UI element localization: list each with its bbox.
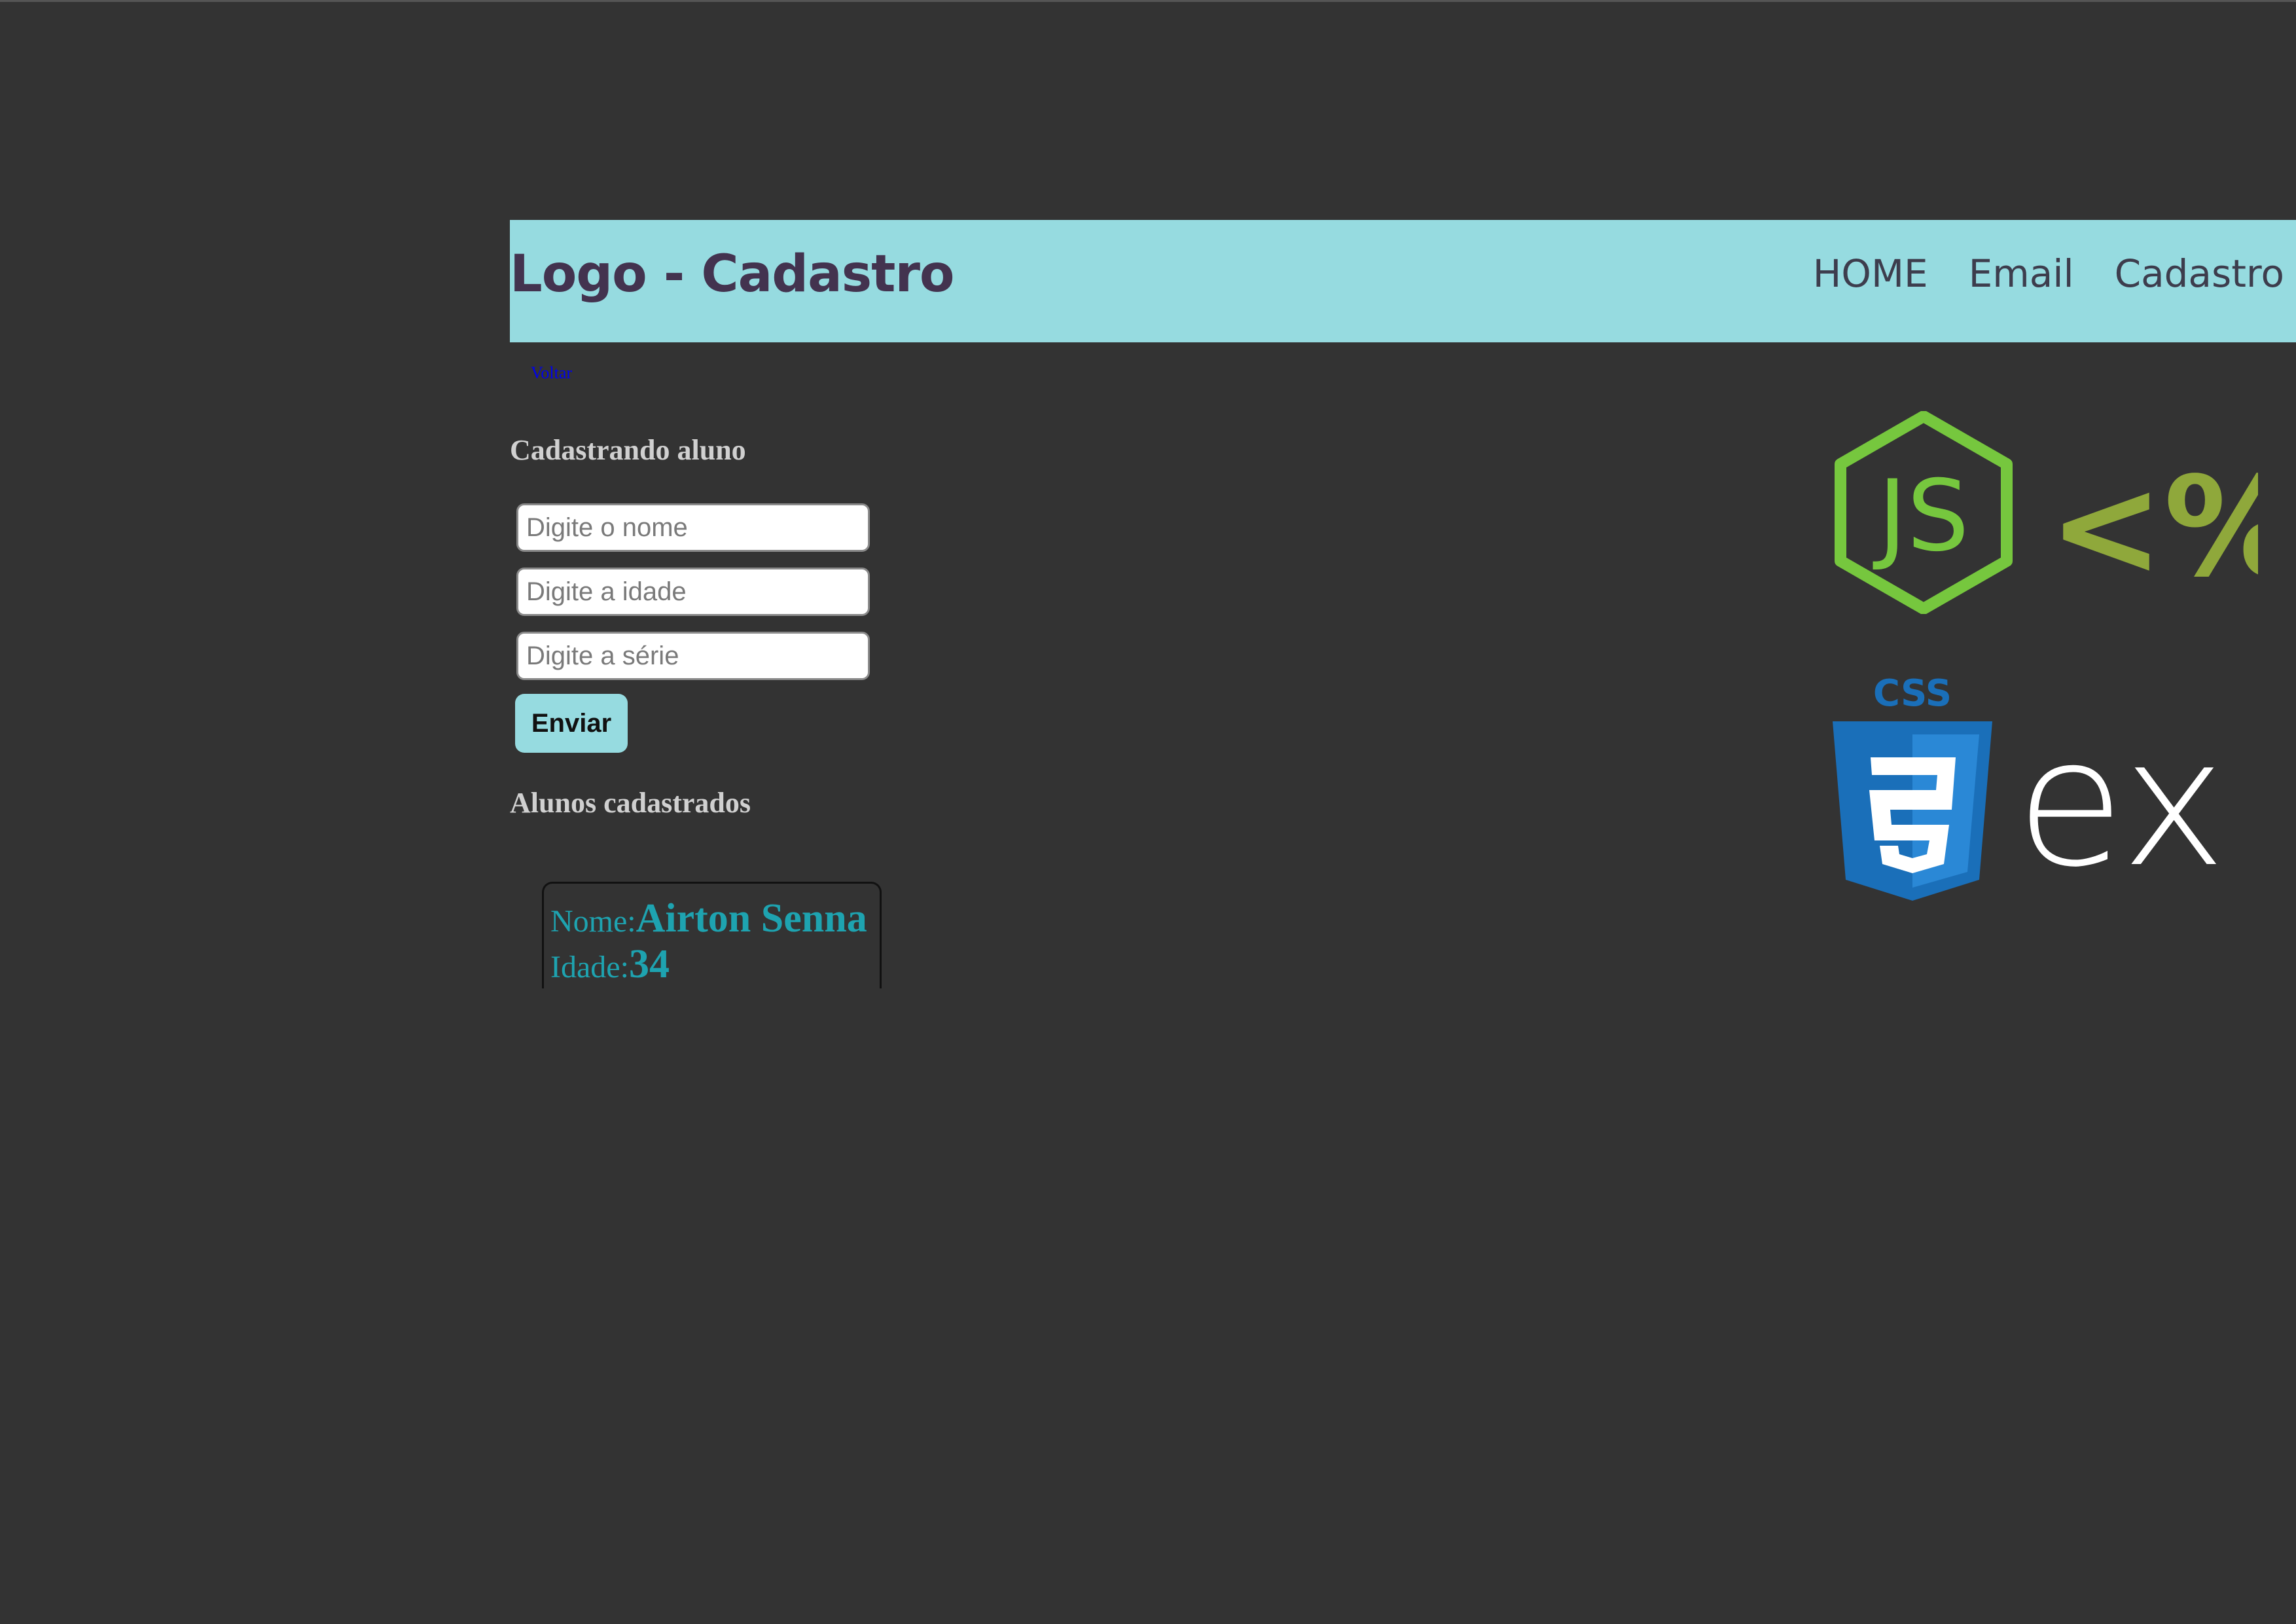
student-age-value: 34 bbox=[628, 942, 670, 986]
site-logo: Logo - Cadastro bbox=[510, 245, 955, 304]
nav-link-cadastro[interactable]: Cadastro bbox=[2115, 251, 2284, 296]
window-top-border bbox=[0, 0, 2296, 2]
nodejs-icon: JS bbox=[1835, 411, 2013, 614]
back-link[interactable]: Voltar bbox=[531, 363, 572, 383]
student-name-value: Airton Senna bbox=[636, 896, 867, 941]
css3-icon: CSS bbox=[1833, 676, 1992, 901]
ejs-icon: <% bbox=[2049, 465, 2258, 583]
main-nav: HOME Email Cadastro bbox=[1813, 251, 2284, 296]
student-name-label: Nome: bbox=[550, 904, 636, 939]
ejs-text: <% bbox=[2049, 465, 2258, 583]
student-age-label: Idade: bbox=[550, 950, 629, 984]
nodejs-text: JS bbox=[1873, 460, 1969, 573]
express-icon: ex bbox=[2016, 733, 2226, 877]
student-card: Nome:Airton Senna Idade:34 bbox=[542, 882, 882, 988]
nav-link-home[interactable]: HOME bbox=[1813, 251, 1928, 296]
form-heading: Cadastrando aluno bbox=[510, 434, 746, 466]
student-age-row: Idade:34 bbox=[550, 941, 670, 988]
submit-button[interactable]: Enviar bbox=[515, 694, 628, 753]
css3-text: CSS bbox=[1873, 676, 1952, 715]
nome-input[interactable] bbox=[516, 503, 870, 552]
idade-input[interactable] bbox=[516, 568, 870, 616]
student-name-row: Nome:Airton Senna bbox=[550, 895, 867, 942]
serie-input[interactable] bbox=[516, 632, 870, 680]
site-header: Logo - Cadastro HOME Email Cadastro bbox=[510, 220, 2296, 342]
students-heading: Alunos cadastrados bbox=[510, 787, 751, 819]
nav-link-email[interactable]: Email bbox=[1969, 251, 2074, 296]
express-text: ex bbox=[2016, 733, 2226, 877]
